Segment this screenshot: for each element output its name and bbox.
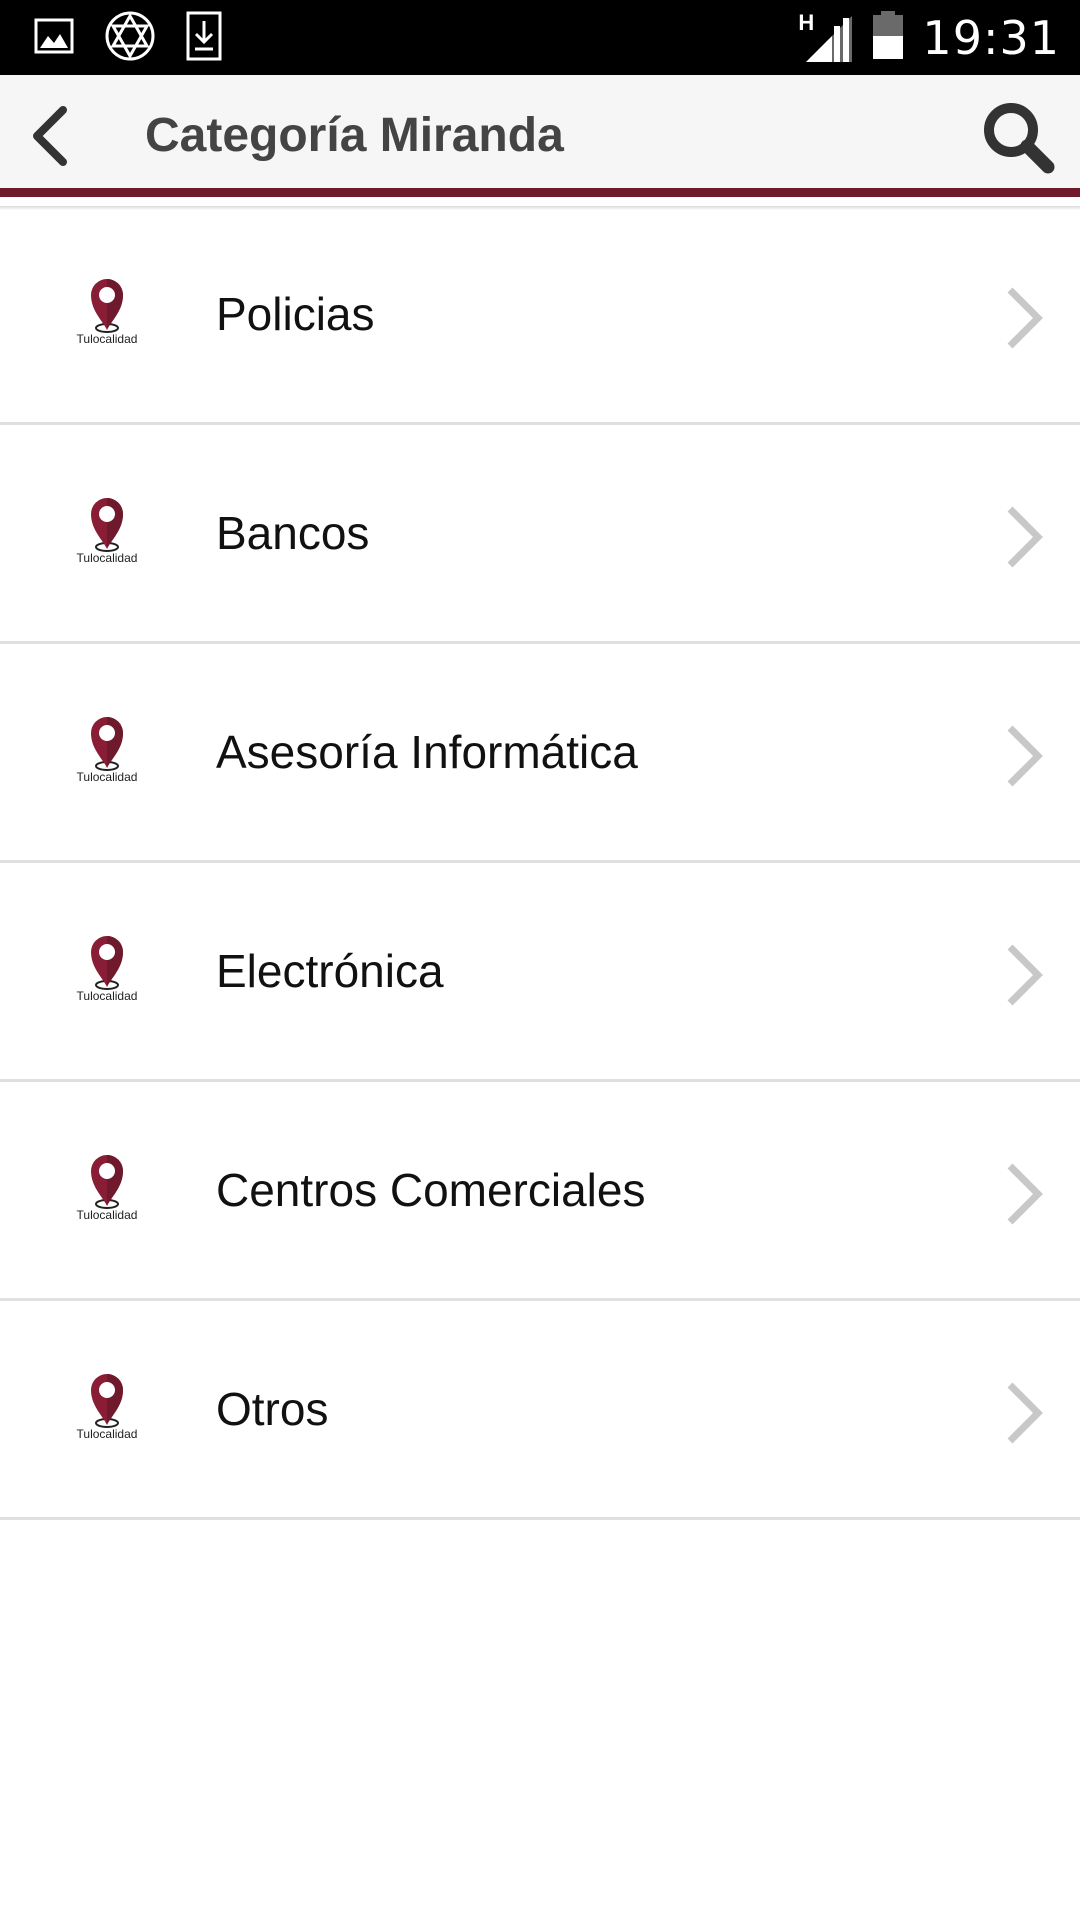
list-item[interactable]: Tulocalidad Policias (0, 206, 1080, 425)
chevron-right-icon (1007, 725, 1043, 787)
list-item-label: Otros (216, 1383, 329, 1435)
list-item[interactable]: Tulocalidad Bancos (0, 425, 1080, 644)
list-item[interactable]: Tulocalidad Otros (0, 1301, 1080, 1520)
list-item[interactable]: Tulocalidad Centros Comerciales (0, 1082, 1080, 1301)
tulocalidad-logo: Tulocalidad (72, 929, 142, 1009)
map-pin-icon (91, 279, 123, 333)
back-button[interactable] (16, 103, 82, 169)
chevron-right-icon (1007, 506, 1043, 568)
category-list: Tulocalidad Policias Tulocalidad Bancos (0, 206, 1080, 1520)
list-item-label: Bancos (216, 507, 370, 559)
notification-icons (34, 10, 222, 67)
tulocalidad-logo: Tulocalidad (72, 491, 142, 571)
list-item-label: Electrónica (216, 945, 444, 997)
tulocalidad-logo: Tulocalidad (72, 710, 142, 790)
page-title: Categoría Miranda (145, 109, 564, 162)
star-of-david-icon (104, 10, 156, 67)
battery-icon (872, 10, 904, 65)
map-pin-icon (91, 498, 123, 552)
search-icon (984, 103, 1055, 174)
list-item-label: Centros Comerciales (216, 1164, 646, 1216)
download-icon (186, 11, 222, 66)
list-item-label: Policias (216, 288, 375, 340)
app-bar: Categoría Miranda (0, 75, 1080, 197)
clock: 19:31 (922, 10, 1060, 65)
tulocalidad-logo: Tulocalidad (72, 1367, 142, 1447)
logo-text: Tulocalidad (76, 770, 138, 784)
chevron-right-icon (1007, 944, 1043, 1006)
tulocalidad-logo: Tulocalidad (72, 1148, 142, 1228)
search-button[interactable] (978, 97, 1058, 177)
map-pin-icon (91, 1155, 123, 1209)
logo-text: Tulocalidad (76, 1208, 138, 1222)
chevron-right-icon (1007, 287, 1043, 349)
signal-icon: H (798, 10, 854, 64)
map-pin-icon (91, 1374, 123, 1428)
chevron-right-icon (1007, 1382, 1043, 1444)
gallery-icon (34, 16, 74, 61)
chevron-left-icon (33, 106, 67, 166)
logo-text: Tulocalidad (76, 989, 138, 1003)
map-pin-icon (91, 717, 123, 771)
chevron-right-icon (1007, 1163, 1043, 1225)
logo-text: Tulocalidad (76, 332, 138, 346)
list-item[interactable]: Tulocalidad Electrónica (0, 863, 1080, 1082)
tulocalidad-logo: Tulocalidad (72, 272, 142, 352)
logo-text: Tulocalidad (76, 551, 138, 565)
map-pin-icon (91, 936, 123, 990)
list-item-label: Asesoría Informática (216, 726, 638, 778)
logo-text: Tulocalidad (76, 1427, 138, 1441)
system-icons: H 19:31 (798, 0, 1060, 75)
status-bar: H 19:31 (0, 0, 1080, 75)
list-item[interactable]: Tulocalidad Asesoría Informática (0, 644, 1080, 863)
